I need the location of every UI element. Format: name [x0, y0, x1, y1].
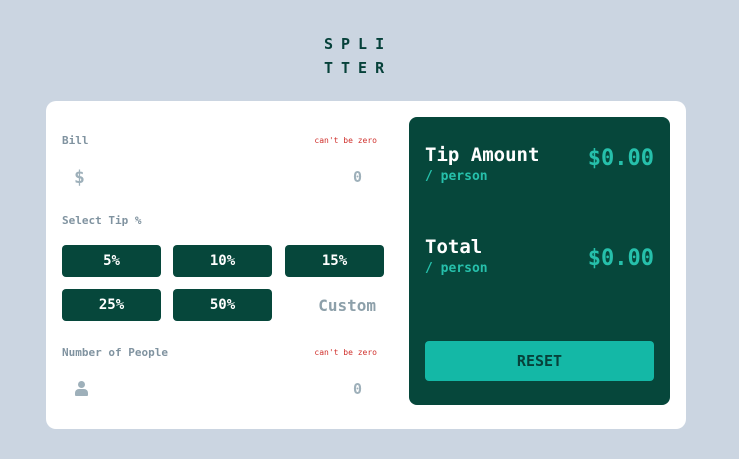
tip-label-row: Select Tip % [62, 214, 377, 227]
people-input[interactable]: 0 [62, 373, 377, 405]
bill-input[interactable]: $ 0 [62, 161, 377, 193]
person-icon [74, 381, 88, 397]
tip-amount-row: Tip Amount / person $0.00 [425, 143, 654, 187]
tip-button-10[interactable]: 10% [173, 245, 272, 277]
total-value: $0.00 [587, 246, 654, 271]
people-value[interactable]: 0 [353, 380, 362, 398]
tip-button-25[interactable]: 25% [62, 289, 161, 321]
reset-button[interactable]: RESET [425, 341, 654, 381]
people-error: can't be zero [314, 348, 377, 357]
app-logo: SPLI TTER [324, 32, 396, 80]
bill-label: Bill [62, 134, 89, 147]
calculator-card: Bill can't be zero $ 0 Select Tip % 5% 1… [46, 101, 686, 429]
tip-amount-value: $0.00 [587, 146, 654, 171]
tip-amount-title: Tip Amount [425, 144, 540, 166]
dollar-icon: $ [74, 166, 85, 188]
total-title: Total [425, 236, 483, 258]
tip-amount-per-person: / person [425, 169, 488, 184]
tip-button-5[interactable]: 5% [62, 245, 161, 277]
total-per-person: / person [425, 261, 488, 276]
bill-value[interactable]: 0 [353, 168, 362, 186]
people-label-row: Number of People can't be zero [62, 346, 377, 359]
tip-button-15[interactable]: 15% [285, 245, 384, 277]
logo-line-1: SPLI [324, 35, 393, 53]
custom-tip-input[interactable]: Custom [285, 289, 384, 321]
results-panel: Tip Amount / person $0.00 Total / person… [409, 117, 670, 405]
bill-error: can't be zero [314, 136, 377, 145]
total-row: Total / person $0.00 [425, 235, 654, 279]
bill-label-row: Bill can't be zero [62, 134, 377, 147]
people-label: Number of People [62, 346, 168, 359]
tip-label: Select Tip % [62, 214, 142, 227]
tip-button-50[interactable]: 50% [173, 289, 272, 321]
logo-line-2: TTER [324, 59, 393, 77]
